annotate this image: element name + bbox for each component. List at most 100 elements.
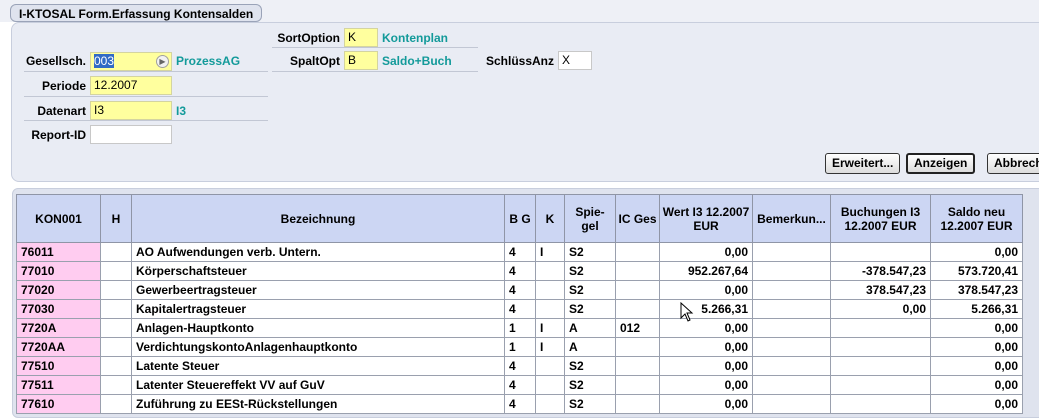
col-header-icges[interactable]: IC Ges — [615, 194, 660, 243]
sortoption-field[interactable]: K — [344, 28, 378, 47]
cell-kon[interactable]: 77020 — [16, 280, 101, 300]
cell-bg[interactable]: 4 — [504, 261, 536, 281]
cell-bezeichnung[interactable]: Latente Steuer — [131, 356, 505, 376]
cell-saldo[interactable]: 0,00 — [930, 337, 1023, 357]
col-header-bg[interactable]: B G — [504, 194, 536, 243]
cell-icges[interactable] — [615, 261, 660, 281]
cell-bemerkung[interactable] — [752, 394, 831, 414]
cell-kon[interactable]: 76011 — [16, 242, 101, 262]
cell-k[interactable] — [535, 261, 565, 281]
cell-h[interactable] — [100, 394, 132, 414]
cell-spiegel[interactable]: S2 — [564, 261, 616, 281]
cell-k[interactable]: I — [535, 337, 565, 357]
cell-kon[interactable]: 7720AA — [16, 337, 101, 357]
table-row[interactable]: 7720AA VerdichtungskontoAnlagenhauptkont… — [16, 337, 1023, 357]
cell-spiegel[interactable]: S2 — [564, 242, 616, 262]
cell-kon[interactable]: 77511 — [16, 375, 101, 395]
col-header-kon[interactable]: KON001 — [16, 194, 101, 243]
cell-icges[interactable] — [615, 299, 660, 319]
erweitert-button[interactable]: Erweitert... — [825, 153, 901, 174]
cell-bezeichnung[interactable]: Gewerbeertragsteuer — [131, 280, 505, 300]
cell-bg[interactable]: 1 — [504, 337, 536, 357]
cell-h[interactable] — [100, 261, 132, 281]
col-header-buchungen[interactable]: Buchungen I3 12.2007 EUR — [830, 194, 931, 243]
cell-wert[interactable]: 0,00 — [659, 337, 753, 357]
cell-bemerkung[interactable] — [752, 261, 831, 281]
cell-buchungen[interactable]: -378.547,23 — [830, 261, 931, 281]
table-row[interactable]: 77510 Latente Steuer 4 S2 0,00 0,00 — [16, 356, 1023, 376]
cell-bg[interactable]: 4 — [504, 242, 536, 262]
cell-icges[interactable] — [615, 356, 660, 376]
cell-h[interactable] — [100, 318, 132, 338]
cell-icges[interactable] — [615, 394, 660, 414]
cell-buchungen[interactable]: 378.547,23 — [830, 280, 931, 300]
cell-bezeichnung[interactable]: Körperschaftsteuer — [131, 261, 505, 281]
cell-spiegel[interactable]: S2 — [564, 299, 616, 319]
cell-bemerkung[interactable] — [752, 375, 831, 395]
cell-bezeichnung[interactable]: VerdichtungskontoAnlagenhauptkonto — [131, 337, 505, 357]
cell-h[interactable] — [100, 280, 132, 300]
col-header-h[interactable]: H — [100, 194, 132, 243]
cell-kon[interactable]: 7720A — [16, 318, 101, 338]
cell-bezeichnung[interactable]: Latenter Steuereffekt VV auf GuV — [131, 375, 505, 395]
spaltopt-field[interactable]: B — [344, 51, 378, 70]
table-row[interactable]: 77511 Latenter Steuereffekt VV auf GuV 4… — [16, 375, 1023, 395]
col-header-spiegel[interactable]: Spie- gel — [564, 194, 616, 243]
cell-icges[interactable] — [615, 280, 660, 300]
cell-spiegel[interactable]: S2 — [564, 394, 616, 414]
cell-wert[interactable]: 0,00 — [659, 394, 753, 414]
col-header-wert[interactable]: Wert I3 12.2007 EUR — [659, 194, 753, 243]
cell-k[interactable] — [535, 280, 565, 300]
cell-bezeichnung[interactable]: Zuführung zu EESt-Rückstellungen — [131, 394, 505, 414]
cell-wert[interactable]: 0,00 — [659, 280, 753, 300]
cell-kon[interactable]: 77010 — [16, 261, 101, 281]
cell-bg[interactable]: 4 — [504, 299, 536, 319]
cell-buchungen[interactable] — [830, 375, 931, 395]
cell-k[interactable] — [535, 375, 565, 395]
cell-bemerkung[interactable] — [752, 356, 831, 376]
cell-h[interactable] — [100, 337, 132, 357]
cell-bemerkung[interactable] — [752, 280, 831, 300]
cell-saldo[interactable]: 5.266,31 — [930, 299, 1023, 319]
cell-buchungen[interactable] — [830, 394, 931, 414]
cell-bezeichnung[interactable]: Anlagen-Hauptkonto — [131, 318, 505, 338]
table-row[interactable]: 77010 Körperschaftsteuer 4 S2 952.267,64… — [16, 261, 1023, 281]
cell-buchungen[interactable] — [830, 356, 931, 376]
cell-kon[interactable]: 77510 — [16, 356, 101, 376]
report-id-field[interactable] — [90, 125, 172, 144]
cell-kon[interactable]: 77610 — [16, 394, 101, 414]
cell-saldo[interactable]: 378.547,23 — [930, 280, 1023, 300]
schluessanz-field[interactable]: X — [558, 51, 592, 70]
cell-h[interactable] — [100, 356, 132, 376]
cell-saldo[interactable]: 573.720,41 — [930, 261, 1023, 281]
cell-bemerkung[interactable] — [752, 242, 831, 262]
cell-h[interactable] — [100, 242, 132, 262]
cell-saldo[interactable]: 0,00 — [930, 356, 1023, 376]
cell-wert[interactable]: 952.267,64 — [659, 261, 753, 281]
col-header-saldo[interactable]: Saldo neu 12.2007 EUR — [930, 194, 1023, 243]
cell-bezeichnung[interactable]: AO Aufwendungen verb. Untern. — [131, 242, 505, 262]
cell-k[interactable] — [535, 299, 565, 319]
col-header-k[interactable]: K — [535, 194, 565, 243]
periode-field[interactable]: 12.2007 — [90, 76, 172, 95]
cell-wert[interactable]: 5.266,31 — [659, 299, 753, 319]
play-arrow-icon[interactable]: ▶ — [156, 55, 169, 68]
table-row[interactable]: 77610 Zuführung zu EESt-Rückstellungen 4… — [16, 394, 1023, 414]
cell-buchungen[interactable] — [830, 337, 931, 357]
table-row[interactable]: 7720A Anlagen-Hauptkonto 1 I A 012 0,00 … — [16, 318, 1023, 338]
cell-icges[interactable] — [615, 242, 660, 262]
cell-bg[interactable]: 1 — [504, 318, 536, 338]
cell-bg[interactable]: 4 — [504, 394, 536, 414]
cell-k[interactable]: I — [535, 242, 565, 262]
cell-k[interactable] — [535, 394, 565, 414]
cell-saldo[interactable]: 0,00 — [930, 394, 1023, 414]
cell-h[interactable] — [100, 299, 132, 319]
cell-bg[interactable]: 4 — [504, 356, 536, 376]
col-header-bezeichnung[interactable]: Bezeichnung — [131, 194, 505, 243]
cell-bg[interactable]: 4 — [504, 375, 536, 395]
table-row[interactable]: 77020 Gewerbeertragsteuer 4 S2 0,00 378.… — [16, 280, 1023, 300]
cell-saldo[interactable]: 0,00 — [930, 318, 1023, 338]
cell-h[interactable] — [100, 375, 132, 395]
cell-wert[interactable]: 0,00 — [659, 356, 753, 376]
cell-buchungen[interactable] — [830, 242, 931, 262]
